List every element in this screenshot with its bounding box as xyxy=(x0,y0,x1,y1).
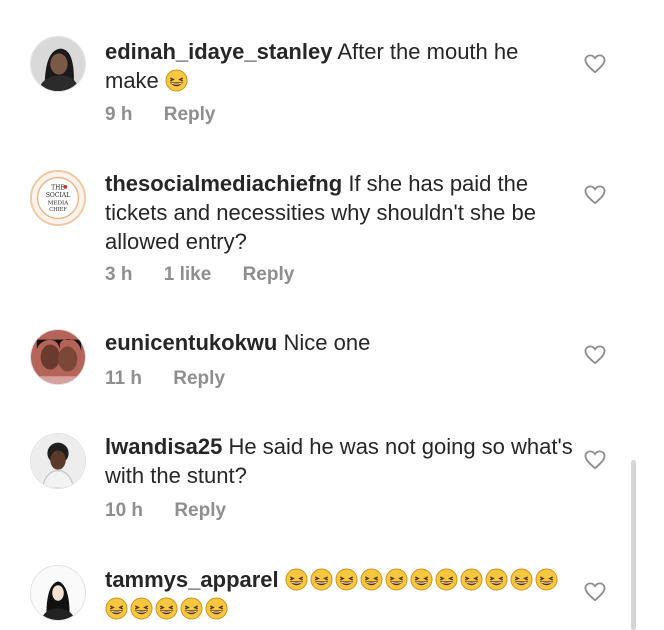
laughing-face-icon xyxy=(485,568,508,591)
comment-username[interactable]: edinah_idaye_stanley xyxy=(105,39,332,64)
comment-time: 3 h xyxy=(105,264,133,285)
avatar-text: SOCIAL xyxy=(46,192,70,199)
heart-outline-icon[interactable] xyxy=(584,345,606,365)
comment-body: edinah_idaye_stanley After the mouth he … xyxy=(105,37,575,95)
comment-meta: 3 h 1 like Reply xyxy=(105,264,320,286)
laughing-face-icon xyxy=(535,568,558,591)
laughing-face-icon xyxy=(285,568,308,591)
comment-body: thesocialmediachiefng If she has paid th… xyxy=(105,169,575,256)
laughing-face-icon xyxy=(205,597,228,620)
laughing-face-icon xyxy=(180,597,203,620)
comment-meta: 10 h Reply xyxy=(105,500,252,522)
comment-username[interactable]: thesocialmediachiefng xyxy=(105,171,342,196)
comment-meta: 9 h Reply xyxy=(105,104,241,126)
laughing-face-icon xyxy=(510,568,533,591)
comment-text: Nice one xyxy=(283,330,371,355)
laughing-face-icon xyxy=(105,597,128,620)
comment-meta: 11 h Reply xyxy=(105,368,251,390)
avatar[interactable] xyxy=(30,433,86,489)
reply-button[interactable]: Reply xyxy=(174,500,226,522)
heart-outline-icon[interactable] xyxy=(584,54,606,74)
reply-button[interactable]: Reply xyxy=(173,368,225,390)
avatar[interactable] xyxy=(30,565,86,621)
comment-body: lwandisa25 He said he was not going so w… xyxy=(105,432,575,490)
comment-time: 9 h xyxy=(105,104,133,125)
laughing-face-icon xyxy=(310,568,333,591)
comment-time: 11 h xyxy=(105,368,142,389)
scrollbar[interactable] xyxy=(631,460,636,630)
laughing-face-icon xyxy=(360,568,383,591)
laughing-face-icon xyxy=(130,597,153,620)
comment-username[interactable]: tammys_apparel xyxy=(105,567,279,592)
comment-time: 10 h xyxy=(105,500,144,521)
reply-button[interactable]: Reply xyxy=(243,264,295,286)
avatar-text: CHIEF xyxy=(49,207,67,213)
laughing-face-icon xyxy=(385,568,408,591)
laughing-face-icon xyxy=(410,568,433,591)
avatar[interactable]: THE SOCIAL MEDIA CHIEF xyxy=(30,170,86,226)
like-count[interactable]: 1 like xyxy=(164,264,212,286)
laughing-face-icon xyxy=(435,568,458,591)
heart-outline-icon[interactable] xyxy=(584,450,606,470)
comment-body: tammys_apparel xyxy=(105,565,575,623)
comment-username[interactable]: eunicentukokwu xyxy=(105,330,277,355)
avatar[interactable] xyxy=(30,329,86,385)
comment-username[interactable]: lwandisa25 xyxy=(105,434,222,459)
avatar[interactable] xyxy=(30,36,86,92)
avatar-text: THE xyxy=(51,185,65,192)
laughing-face-icon xyxy=(165,69,188,92)
heart-outline-icon[interactable] xyxy=(584,185,606,205)
laughing-face-icon xyxy=(460,568,483,591)
comments-list: edinah_idaye_stanley After the mouth he … xyxy=(0,0,664,630)
comment-body: eunicentukokwu Nice one xyxy=(105,328,575,357)
laughing-face-icon xyxy=(335,568,358,591)
reply-button[interactable]: Reply xyxy=(164,104,216,126)
heart-outline-icon[interactable] xyxy=(584,582,606,602)
laughing-face-icon xyxy=(155,597,178,620)
avatar-text: MEDIA xyxy=(48,201,69,207)
